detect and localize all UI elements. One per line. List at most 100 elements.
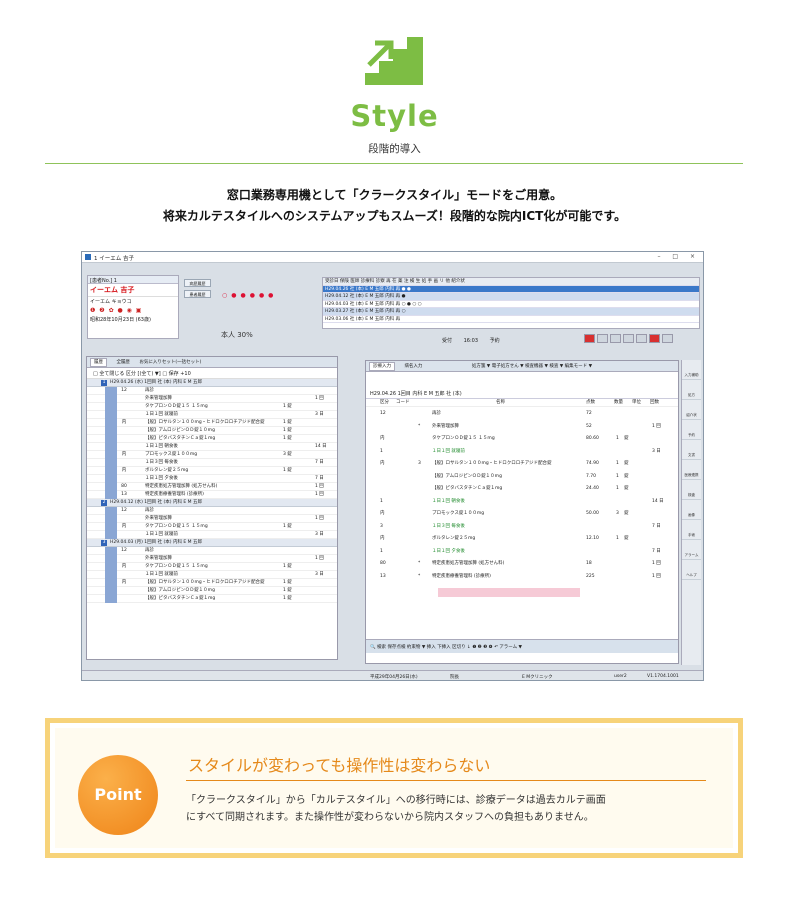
history-entry-header[interactable]: 1 H29.04.26 (水) 1回目 社 (本) 内科 E M 五郎 bbox=[87, 379, 337, 387]
entry-number: 3 bbox=[101, 540, 107, 546]
order-toolbar[interactable]: 処方箋 ▼ 電子処方せん ▼ 検査機器 ▼ 検査 ▼ 編集モード ▼ bbox=[472, 364, 592, 369]
order-row[interactable]: 内 3 【般】ロサルタン１００mg・ヒドロクロロチアジド配合錠 74.90 1 錠 bbox=[366, 459, 678, 468]
history-row[interactable]: １日１回 就寝前 3 日 bbox=[87, 411, 337, 419]
vtool-button[interactable]: 医療連携 bbox=[682, 460, 701, 480]
order-row[interactable]: 3 １日３回 毎食後 7 日 bbox=[366, 522, 678, 531]
history-tabs[interactable]: 履歴 全履歴 お気に入りセット(一括セット) bbox=[87, 357, 337, 368]
row-marker bbox=[105, 507, 117, 515]
status-date: 平成29年04月26日(水) bbox=[370, 675, 418, 680]
order-row[interactable]: 80 * 特定疾患処方管理加算 (処方せん料) 18 1 回 bbox=[366, 559, 678, 568]
vertical-toolbar[interactable]: 入力補助 処方 紹介状 予約 文書 医療連携 検査 画像 手術 アラーム ヘルプ bbox=[681, 360, 701, 665]
history-row[interactable]: 内 タケプロンＯＤ錠１５ １５mg 1 錠 bbox=[87, 563, 337, 571]
order-row[interactable]: 【般】アムロジピンＯＤ錠１０mg 7.70 1 錠 bbox=[366, 472, 678, 481]
history-cell: 1 回 bbox=[315, 516, 324, 521]
history-panel: 履歴 全履歴 お気に入りセット(一括セット) □ 全て閉じる 区分 [(全て) … bbox=[86, 356, 338, 660]
status-doctor: 院長 bbox=[450, 675, 459, 680]
order-columns: 区分 コード 名称 点数 数量 単位 回数 bbox=[366, 399, 678, 407]
order-row[interactable]: 12 再診 72 bbox=[366, 409, 678, 418]
history-row[interactable]: 外来管理加算 1 回 bbox=[87, 515, 337, 523]
history-row[interactable]: 外来管理加算 1 回 bbox=[87, 555, 337, 563]
order-kubun: 3 bbox=[380, 523, 383, 529]
history-cell: 内 bbox=[121, 524, 127, 529]
history-row[interactable]: １日１回 夕食後 7 日 bbox=[87, 475, 337, 483]
order-kubun: 1 bbox=[380, 548, 383, 554]
order-row[interactable]: 内 プロモックス錠１００mg 50.00 3 錠 bbox=[366, 509, 678, 518]
history-row[interactable]: 内 プロモックス錠１００mg 3 錠 bbox=[87, 451, 337, 459]
vtool-button[interactable]: 手術 bbox=[682, 520, 701, 540]
history-row[interactable]: １日１回 朝食後 14 日 bbox=[87, 443, 337, 451]
history-row[interactable]: タケプロンＯＤ錠１５ １５mg 1 錠 bbox=[87, 403, 337, 411]
tab-disease-entry[interactable]: 病名入力 bbox=[404, 364, 422, 369]
order-row[interactable]: 13 * 特定疾患療養管理料 (診療所) 225 1 回 bbox=[366, 572, 678, 581]
history-row[interactable]: 外来管理加算 1 回 bbox=[87, 395, 337, 403]
history-row[interactable]: 【般】ピタバスタチンＣａ錠１mg 1 錠 bbox=[87, 435, 337, 443]
action-icons[interactable] bbox=[584, 334, 700, 344]
tab-history[interactable]: 履歴 bbox=[90, 358, 107, 367]
history-row[interactable]: 【般】アムロジピンＯＤ錠１０mg 1 錠 bbox=[87, 427, 337, 435]
status-dots[interactable]: ○●●●●● bbox=[222, 292, 277, 299]
history-button[interactable]: 病歴履歴 bbox=[184, 279, 211, 287]
order-row[interactable]: 1 １日１回 朝食後 14 日 bbox=[366, 497, 678, 506]
vtool-button[interactable]: ヘルプ bbox=[682, 560, 701, 580]
visit-row[interactable]: H29.04.12 社 (本) E M 五郎 内科 再 ● bbox=[323, 293, 699, 301]
history-row[interactable]: 内 タケプロンＯＤ錠１５ １５mg 1 錠 bbox=[87, 523, 337, 531]
history-row[interactable]: １日１回 就寝前 3 日 bbox=[87, 531, 337, 539]
order-row[interactable]: 1 １日１回 就寝前 3 日 bbox=[366, 447, 678, 456]
vtool-button[interactable]: アラーム bbox=[682, 540, 701, 560]
window-controls[interactable]: – □ × bbox=[657, 253, 700, 260]
history-row[interactable]: 12 再診 bbox=[87, 547, 337, 555]
point-badge: Point bbox=[78, 755, 158, 835]
vtool-button[interactable]: 処方 bbox=[682, 380, 701, 400]
visit-row[interactable]: H29.04.03 社 (本) E M 五郎 内科 再 ○ ● ○ ○ bbox=[323, 301, 699, 308]
order-row[interactable]: 1 １日１回 夕食後 7 日 bbox=[366, 547, 678, 556]
history-row[interactable]: 12 再診 bbox=[87, 387, 337, 395]
vtool-button[interactable]: 検査 bbox=[682, 480, 701, 500]
order-points: 72 bbox=[586, 411, 592, 416]
patient-history-button[interactable]: 患者履歴 bbox=[184, 290, 211, 298]
visit-row[interactable]: H29.03.06 社 (本) E M 五郎 内科 再 bbox=[323, 316, 699, 323]
row-marker bbox=[105, 475, 117, 483]
history-row[interactable]: 12 再診 bbox=[87, 507, 337, 515]
visit-row[interactable]: H29.03.27 社 (本) E M 五郎 内科 再 ○ bbox=[323, 308, 699, 316]
history-cell: 80 bbox=[121, 484, 127, 489]
order-entry-panel: 診療入力 病名入力 処方箋 ▼ 電子処方せん ▼ 検査機器 ▼ 検査 ▼ 編集モ… bbox=[365, 360, 679, 664]
vtool-button[interactable]: 予約 bbox=[682, 420, 701, 440]
order-footer-toolbar[interactable]: 🔍 検索 保存点検 約束物 ▼ 挿入 下挿入 区切り ↓ ❶ ❷ ❸ ❹ ↶ ア… bbox=[366, 639, 678, 653]
order-row[interactable]: 【般】ピタバスタチンＣａ錠１mg 24.40 1 錠 bbox=[366, 484, 678, 493]
tab-order-entry[interactable]: 診療入力 bbox=[369, 362, 395, 371]
history-row[interactable]: 内 ボルタレン錠２５mg 1 錠 bbox=[87, 467, 337, 475]
stairs-up-arrow-icon bbox=[365, 37, 423, 85]
order-row[interactable]: * 外来管理加算 52 1 回 bbox=[366, 422, 678, 431]
vtool-button[interactable]: 文書 bbox=[682, 440, 701, 460]
tab-favorite-sets[interactable]: お気に入りセット(一括セット) bbox=[139, 360, 201, 365]
history-row[interactable]: 【般】アムロジピンＯＤ錠１０mg 1 錠 bbox=[87, 587, 337, 595]
history-row[interactable]: １日１回 就寝前 3 日 bbox=[87, 571, 337, 579]
status-user: user2 bbox=[614, 674, 627, 679]
tab-all-history[interactable]: 全履歴 bbox=[116, 360, 130, 365]
history-row[interactable]: 13 特定疾患療養管理料 (診療所) 1 回 bbox=[87, 491, 337, 499]
patient-status-icons[interactable]: ❶ ❷ ✿ ● ◉ ▣ bbox=[88, 306, 178, 315]
vtool-button[interactable]: 画像 bbox=[682, 500, 701, 520]
history-row[interactable]: 【般】ピタバスタチンＣａ錠１mg 1 錠 bbox=[87, 595, 337, 603]
history-cell: 1 錠 bbox=[283, 524, 292, 529]
history-row[interactable]: 内 【般】ロサルタン１００mg・ヒドロクロロチアジド配合錠 1 錠 bbox=[87, 419, 337, 427]
order-times: 7 日 bbox=[652, 523, 661, 529]
history-row[interactable]: 80 特定疾患処方管理加算 (処方せん料) 1 回 bbox=[87, 483, 337, 491]
history-cell: １日１回 就寝前 bbox=[145, 412, 178, 417]
order-row[interactable]: 内 タケプロンＯＤ錠１５ １５mg 80.60 1 錠 bbox=[366, 434, 678, 443]
history-entry-header[interactable]: 2 H29.04.12 (水) 1回目 社 (本) 内科 E M 五郎 bbox=[87, 499, 337, 507]
reception-time[interactable]: 16:03 bbox=[464, 338, 478, 344]
order-row[interactable]: 内 ボルタレン錠２５mg 12.10 1 錠 bbox=[366, 534, 678, 543]
order-tabs[interactable]: 診療入力 病名入力 処方箋 ▼ 電子処方せん ▼ 検査機器 ▼ 検査 ▼ 編集モ… bbox=[366, 361, 678, 372]
visit-row[interactable]: H29.04.26 社 (本) E M 五郎 内科 再 ● ● bbox=[323, 285, 699, 293]
title-bar: 1 イーエム 吉子 – □ × bbox=[82, 252, 703, 263]
visit-history-grid[interactable]: 受診日 保険 医師 診療科 診察 再 在 薬 注 検 生 処 手 画 リ 他 紹… bbox=[322, 277, 700, 329]
history-row[interactable]: １日３回 毎食後 7 日 bbox=[87, 459, 337, 467]
history-cell: 3 日 bbox=[315, 412, 324, 417]
history-options[interactable]: □ 全て閉じる 区分 [(全て) ▼] □ 保存 +10 bbox=[87, 368, 337, 379]
history-entry-header[interactable]: 3 H29.04.03 (月) 1回目 社 (本) 内科 E M 五郎 bbox=[87, 539, 337, 547]
input-row[interactable] bbox=[438, 588, 580, 597]
vtool-button[interactable]: 入力補助 bbox=[682, 360, 701, 380]
history-row[interactable]: 内 【般】ロサルタン１００mg・ヒドロクロロチアジド配合錠 1 錠 bbox=[87, 579, 337, 587]
vtool-button[interactable]: 紹介状 bbox=[682, 400, 701, 420]
